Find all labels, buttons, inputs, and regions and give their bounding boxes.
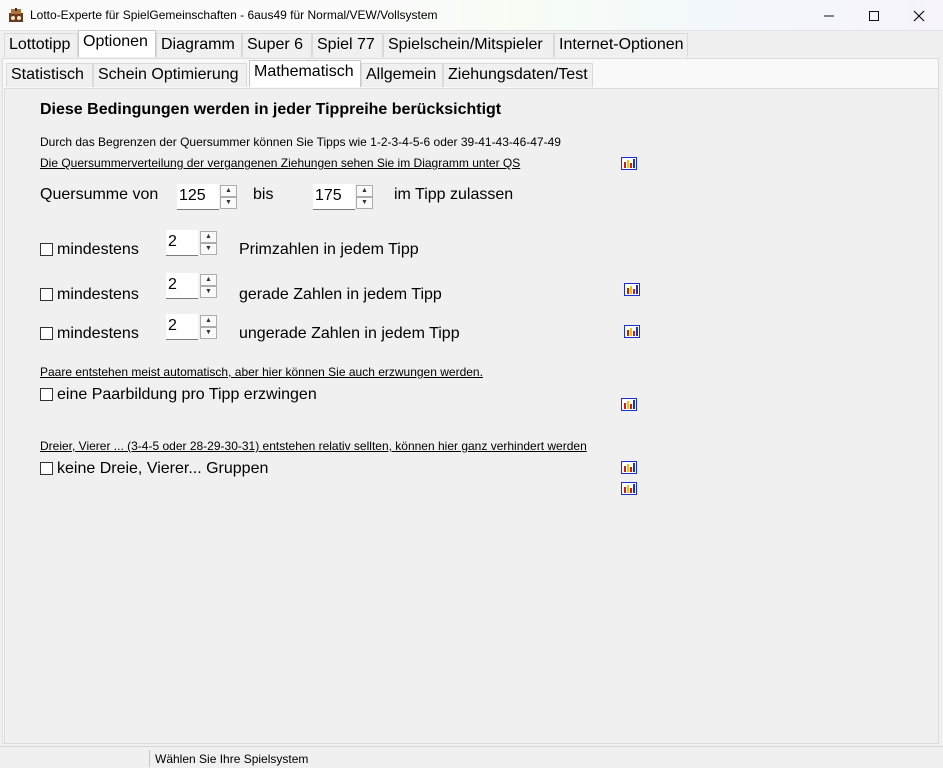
- tab-schein-optimierung[interactable]: Schein Optimierung: [93, 63, 247, 87]
- prime-down-button[interactable]: ▼: [200, 243, 217, 255]
- even-stepper[interactable]: 2 ▲ ▼: [166, 273, 226, 299]
- chart-icon[interactable]: [621, 396, 637, 412]
- odd-checkbox[interactable]: [40, 327, 53, 340]
- groups-checkbox-label: keine Dreie, Vierer... Gruppen: [57, 460, 269, 477]
- even-min-label: mindestens: [57, 286, 139, 303]
- tab-mathematisch[interactable]: Mathematisch: [249, 60, 361, 87]
- app-icon: [9, 8, 23, 22]
- tab-ziehungsdaten-test[interactable]: Ziehungsdaten/Test: [443, 63, 593, 87]
- tab-super6[interactable]: Super 6: [242, 33, 312, 57]
- qs-diagram-link[interactable]: Die Quersummerverteilung der vergangenen…: [40, 156, 520, 170]
- minimize-icon: [824, 15, 834, 16]
- qs-from-up-button[interactable]: ▲: [220, 185, 237, 197]
- prime-checkbox[interactable]: [40, 243, 53, 256]
- tab-diagramm[interactable]: Diagramm: [156, 33, 242, 57]
- qs-to-up-button[interactable]: ▲: [356, 185, 373, 197]
- prime-up-button[interactable]: ▲: [200, 231, 217, 243]
- even-up-button[interactable]: ▲: [200, 274, 217, 286]
- status-text: Wählen Sie Ihre Spielsystem: [155, 752, 309, 766]
- prime-min-label: mindestens: [57, 241, 139, 258]
- qs-to-input[interactable]: 175: [313, 184, 355, 210]
- qs-to-label: bis: [253, 186, 274, 203]
- qs-info-text: Durch das Begrenzen der Quersummer könne…: [40, 135, 561, 149]
- prime-suffix-label: Primzahlen in jedem Tipp: [239, 241, 419, 258]
- title-bar: Lotto-Experte für SpielGemeinschaften - …: [0, 0, 943, 31]
- prime-stepper[interactable]: 2 ▲ ▼: [166, 230, 226, 256]
- status-segment-empty: [2, 750, 150, 767]
- pairs-info-link[interactable]: Paare entstehen meist automatisch, aber …: [40, 365, 483, 379]
- tab-spiel77[interactable]: Spiel 77: [312, 33, 383, 57]
- odd-up-button[interactable]: ▲: [200, 315, 217, 327]
- section-heading: Diese Bedingungen werden in jeder Tippre…: [40, 101, 502, 118]
- odd-suffix-label: ungerade Zahlen in jedem Tipp: [239, 325, 460, 342]
- chart-icon[interactable]: [624, 281, 640, 297]
- even-checkbox[interactable]: [40, 288, 53, 301]
- even-down-button[interactable]: ▼: [200, 286, 217, 298]
- tab-statistisch[interactable]: Statistisch: [6, 63, 93, 87]
- qs-suffix-label: im Tipp zulassen: [394, 186, 514, 203]
- chart-icon[interactable]: [621, 155, 637, 171]
- qs-from-input[interactable]: 125: [177, 184, 219, 210]
- qs-to-down-button[interactable]: ▼: [356, 197, 373, 209]
- window-title: Lotto-Experte für SpielGemeinschaften - …: [30, 8, 438, 22]
- tab-allgemein[interactable]: Allgemein: [361, 63, 443, 87]
- tab-spielschein[interactable]: Spielschein/Mitspieler: [383, 33, 554, 57]
- qs-from-down-button[interactable]: ▼: [220, 197, 237, 209]
- chart-icon[interactable]: [621, 480, 637, 496]
- qs-from-stepper[interactable]: 125 ▲ ▼: [177, 184, 237, 210]
- prime-input[interactable]: 2: [166, 230, 198, 256]
- tab-lottotipp[interactable]: Lottotipp: [4, 33, 78, 57]
- minimize-button[interactable]: [806, 0, 852, 31]
- tab-internet-optionen[interactable]: Internet-Optionen: [554, 33, 688, 57]
- maximize-icon: [869, 10, 879, 21]
- even-input[interactable]: 2: [166, 273, 198, 299]
- groups-info-link[interactable]: Dreier, Vierer ... (3-4-5 oder 28-29-30-…: [40, 439, 587, 453]
- maximize-button[interactable]: [851, 0, 897, 31]
- status-bar: Wählen Sie Ihre Spielsystem: [0, 746, 943, 768]
- qs-to-stepper[interactable]: 175 ▲ ▼: [313, 184, 373, 210]
- odd-input[interactable]: 2: [166, 314, 198, 340]
- groups-checkbox[interactable]: [40, 462, 53, 475]
- odd-min-label: mindestens: [57, 325, 139, 342]
- odd-stepper[interactable]: 2 ▲ ▼: [166, 314, 226, 340]
- chart-icon[interactable]: [621, 459, 637, 475]
- pairs-checkbox[interactable]: [40, 388, 53, 401]
- close-button[interactable]: [896, 0, 942, 31]
- pairs-checkbox-label: eine Paarbildung pro Tipp erzwingen: [57, 386, 317, 403]
- chart-icon[interactable]: [624, 323, 640, 339]
- tab-optionen[interactable]: Optionen: [78, 30, 156, 57]
- close-icon: [913, 10, 925, 21]
- odd-down-button[interactable]: ▼: [200, 327, 217, 339]
- even-suffix-label: gerade Zahlen in jedem Tipp: [239, 286, 442, 303]
- qs-from-label: Quersumme von: [40, 186, 159, 203]
